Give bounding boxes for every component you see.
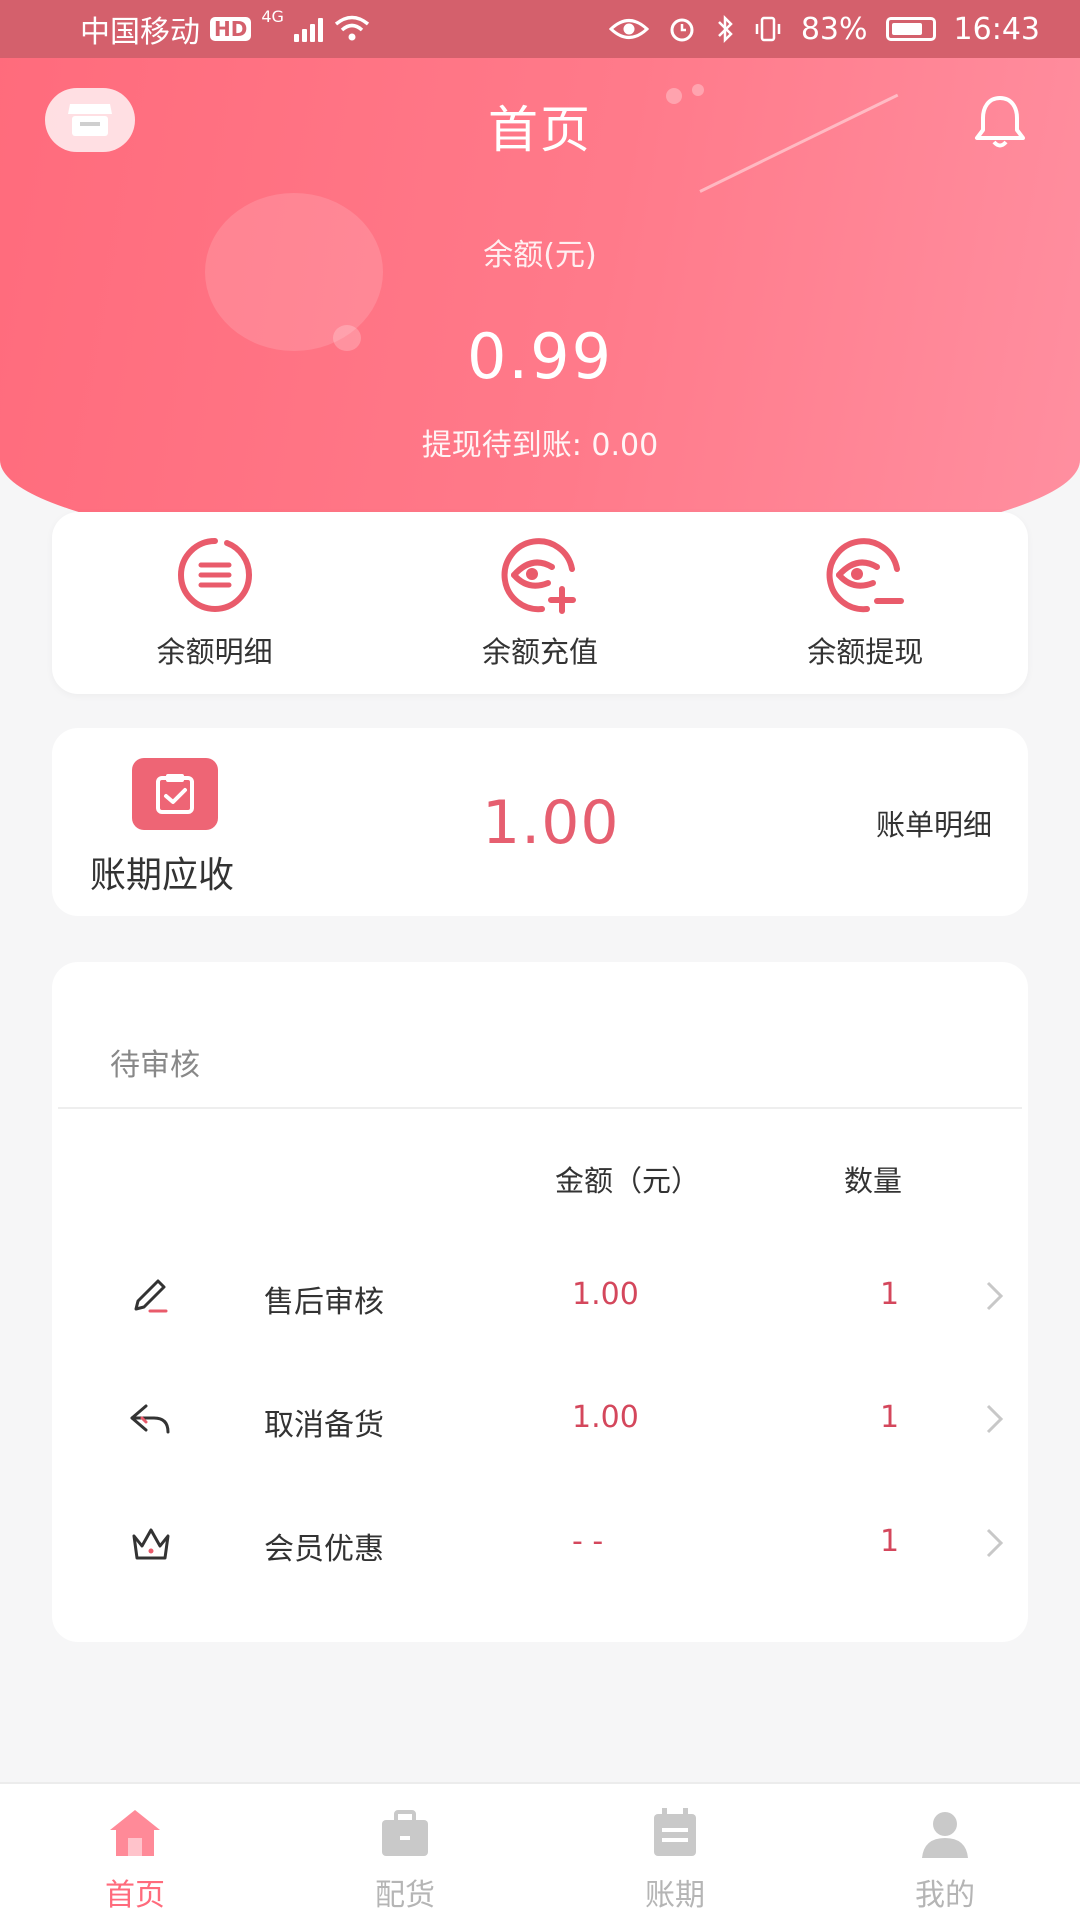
briefcase-icon (382, 1810, 428, 1856)
pending-value: 0.00 (591, 428, 659, 463)
tab-home[interactable]: 首页 (0, 1784, 270, 1920)
tab-distribution[interactable]: 配货 (270, 1784, 540, 1920)
wifi-icon (334, 15, 370, 41)
crown-icon (132, 1528, 170, 1560)
chevron-right-icon (986, 1281, 1004, 1311)
list-icon (177, 538, 252, 612)
tab-label: 配货 (375, 1878, 435, 1913)
row-label: 会员优惠 (264, 1532, 384, 1567)
status-bar: 中国移动 HD 4G 83% 16:43 (0, 0, 1080, 58)
clipboard-check-icon (132, 758, 218, 830)
bell-icon[interactable] (970, 92, 1030, 152)
balance-actions-card: 余额明细 余额充值 余额提现 (52, 512, 1028, 694)
row-quantity: 1 (880, 1400, 900, 1435)
action-label: 余额明细 (156, 635, 273, 669)
battery-percent: 83% (800, 11, 868, 47)
row-quantity: 1 (880, 1524, 900, 1559)
balance-label: 余额(元) (483, 238, 597, 273)
tab-label: 首页 (105, 1878, 165, 1913)
clock-time: 16:43 (953, 11, 1040, 47)
header-banner: 中国移动 HD 4G 83% 16:43 首页 余额(元) 0.99 提现待到账… (0, 0, 1080, 560)
divider (58, 1107, 1022, 1109)
bill-detail-link[interactable]: 账单明细 (876, 802, 992, 844)
pencil-icon (134, 1279, 168, 1313)
column-header-quantity: 数量 (844, 1164, 903, 1198)
row-amount: - - (572, 1524, 604, 1559)
balance-withdraw-button[interactable]: 余额提现 (745, 535, 985, 671)
tab-label: 账期 (645, 1878, 705, 1913)
bluetooth-icon (717, 14, 733, 44)
alarm-icon (670, 18, 694, 42)
review-title: 待审核 (110, 1048, 200, 1083)
tab-billing-period[interactable]: 账期 (540, 1784, 810, 1920)
vibrate-icon (755, 16, 781, 42)
eye-icon (608, 19, 649, 39)
balance-value: 0.99 (466, 320, 614, 393)
row-amount: 1.00 (572, 1277, 639, 1312)
home-icon (110, 1810, 160, 1856)
row-amount: 1.00 (572, 1400, 639, 1435)
calendar-icon (654, 1808, 696, 1856)
network-label: 4G (261, 7, 284, 26)
user-icon (922, 1812, 968, 1858)
hd-badge: HD (210, 17, 252, 41)
review-row-member-discount[interactable]: 会员优惠 - - 1 (52, 1504, 1028, 1584)
row-label: 取消备货 (264, 1408, 384, 1443)
billing-card[interactable]: 账期应收 1.00 账单明细 (52, 728, 1028, 916)
pending-withdrawal: 提现待到账: 0.00 (0, 420, 1080, 464)
action-label: 余额提现 (807, 635, 924, 669)
battery-icon (885, 17, 936, 41)
undo-icon (130, 1404, 170, 1434)
chevron-right-icon (986, 1528, 1004, 1558)
column-header-amount: 金额（元） (555, 1164, 701, 1198)
eye-plus-icon (501, 538, 576, 614)
action-label: 余额充值 (481, 635, 598, 669)
pending-review-card: 待审核 金额（元） 数量 售后审核 1.00 1 取消备货 1.00 1 会员优… (52, 962, 1028, 1642)
billing-title: 账期应收 (90, 855, 235, 896)
page-title: 首页 (488, 101, 592, 159)
bottom-tab-bar: 首页 配货 账期 我的 (0, 1782, 1080, 1920)
balance-detail-button[interactable]: 余额明细 (95, 535, 335, 671)
review-row-after-sales[interactable]: 售后审核 1.00 1 (52, 1257, 1028, 1337)
signal-icon (293, 16, 323, 42)
tab-label: 我的 (915, 1878, 975, 1913)
pending-label: 提现待到账: (421, 428, 582, 463)
chevron-right-icon (986, 1404, 1004, 1434)
billing-amount: 1.00 (482, 788, 620, 858)
eye-minus-icon (826, 538, 905, 613)
review-row-cancel-stock[interactable]: 取消备货 1.00 1 (52, 1380, 1028, 1460)
balance-recharge-button[interactable]: 余额充值 (420, 535, 660, 671)
carrier-label: 中国移动 (80, 15, 200, 50)
row-quantity: 1 (880, 1277, 900, 1312)
row-label: 售后审核 (264, 1285, 384, 1320)
tab-mine[interactable]: 我的 (810, 1784, 1080, 1920)
